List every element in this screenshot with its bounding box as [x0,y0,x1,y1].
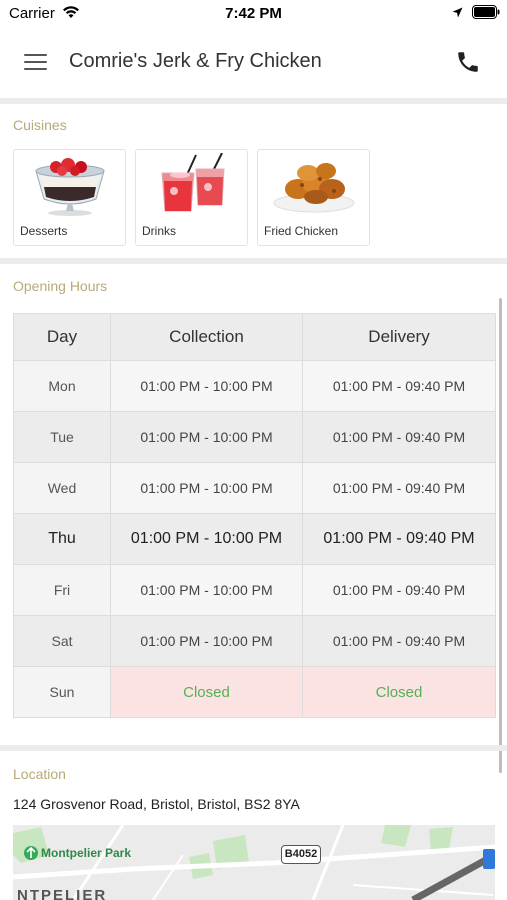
delivery-hours-cell: 01:00 PM - 09:40 PM [302,411,496,463]
battery-icon [472,5,500,19]
desserts-image [35,158,105,216]
section-divider [0,745,507,751]
cuisines-heading: Cuisines [13,117,67,133]
day-cell: Wed [13,462,111,514]
collection-hours-cell: 01:00 PM - 10:00 PM [110,462,303,514]
delivery-hours-cell: 01:00 PM - 09:40 PM [302,564,496,616]
table-row: Tue 01:00 PM - 10:00 PM 01:00 PM - 09:40… [13,411,496,463]
location-heading: Location [13,766,66,782]
collection-hours-cell: 01:00 PM - 10:00 PM [110,360,303,412]
delivery-hours-cell: 01:00 PM - 09:40 PM [302,462,496,514]
delivery-closed-cell: Closed [302,666,496,718]
location-map[interactable]: Montpelier Park B4052 NTPELIER [13,825,495,900]
day-cell: Fri [13,564,111,616]
delivery-hours-cell: 01:00 PM - 09:40 PM [302,360,496,412]
collection-hours-cell: 01:00 PM - 10:00 PM [110,615,303,667]
column-header-delivery: Delivery [302,313,496,361]
day-cell: Sun [13,666,111,718]
day-cell: Thu [13,513,111,565]
cuisine-card-drinks[interactable]: Drinks [135,149,248,246]
map-park-label: Montpelier Park [41,846,132,860]
collection-closed-cell: Closed [110,666,303,718]
day-cell: Mon [13,360,111,412]
fried-chicken-image [273,163,355,213]
day-cell: Sat [13,615,111,667]
opening-hours-table: Day Collection Delivery Mon 01:00 PM - 1… [13,313,496,718]
delivery-hours-cell: 01:00 PM - 09:40 PM [302,513,496,565]
table-row: Sat 01:00 PM - 10:00 PM 01:00 PM - 09:40… [13,615,496,667]
table-row: Wed 01:00 PM - 10:00 PM 01:00 PM - 09:40… [13,462,496,514]
table-header-row: Day Collection Delivery [13,313,496,361]
map-area-label: NTPELIER [17,887,108,900]
collection-hours-cell: 01:00 PM - 10:00 PM [110,564,303,616]
cuisine-label: Desserts [20,224,68,238]
cuisine-card-fried-chicken[interactable]: Fried Chicken [257,149,370,246]
app-header: Comrie's Jerk & Fry Chicken [0,30,507,98]
collection-hours-cell: 01:00 PM - 10:00 PM [110,513,303,565]
status-bar: Carrier 7:42 PM [0,0,507,30]
table-row: Fri 01:00 PM - 10:00 PM 01:00 PM - 09:40… [13,564,496,616]
column-header-day: Day [13,313,111,361]
phone-icon[interactable] [455,49,481,75]
section-divider [0,258,507,264]
restaurant-address: 124 Grosvenor Road, Bristol, Bristol, BS… [13,796,300,812]
column-header-collection: Collection [110,313,303,361]
hamburger-menu-icon[interactable] [24,53,47,71]
table-row: Mon 01:00 PM - 10:00 PM 01:00 PM - 09:40… [13,360,496,412]
scrollbar[interactable] [499,298,502,773]
opening-hours-heading: Opening Hours [13,278,108,294]
clock: 7:42 PM [225,5,282,22]
section-divider [0,98,507,104]
cuisine-label: Drinks [142,224,177,238]
location-arrow-icon [452,7,463,18]
restaurant-title: Comrie's Jerk & Fry Chicken [69,50,322,72]
table-row: Sun Closed Closed [13,666,496,718]
delivery-hours-cell: 01:00 PM - 09:40 PM [302,615,496,667]
drinks-image [161,153,225,212]
cuisine-card-desserts[interactable]: Desserts [13,149,126,246]
collection-hours-cell: 01:00 PM - 10:00 PM [110,411,303,463]
cuisine-label: Fried Chicken [264,224,339,238]
table-row-today: Thu 01:00 PM - 10:00 PM 01:00 PM - 09:40… [13,513,496,565]
map-road-badge: B4052 [281,845,321,864]
day-cell: Tue [13,411,111,463]
